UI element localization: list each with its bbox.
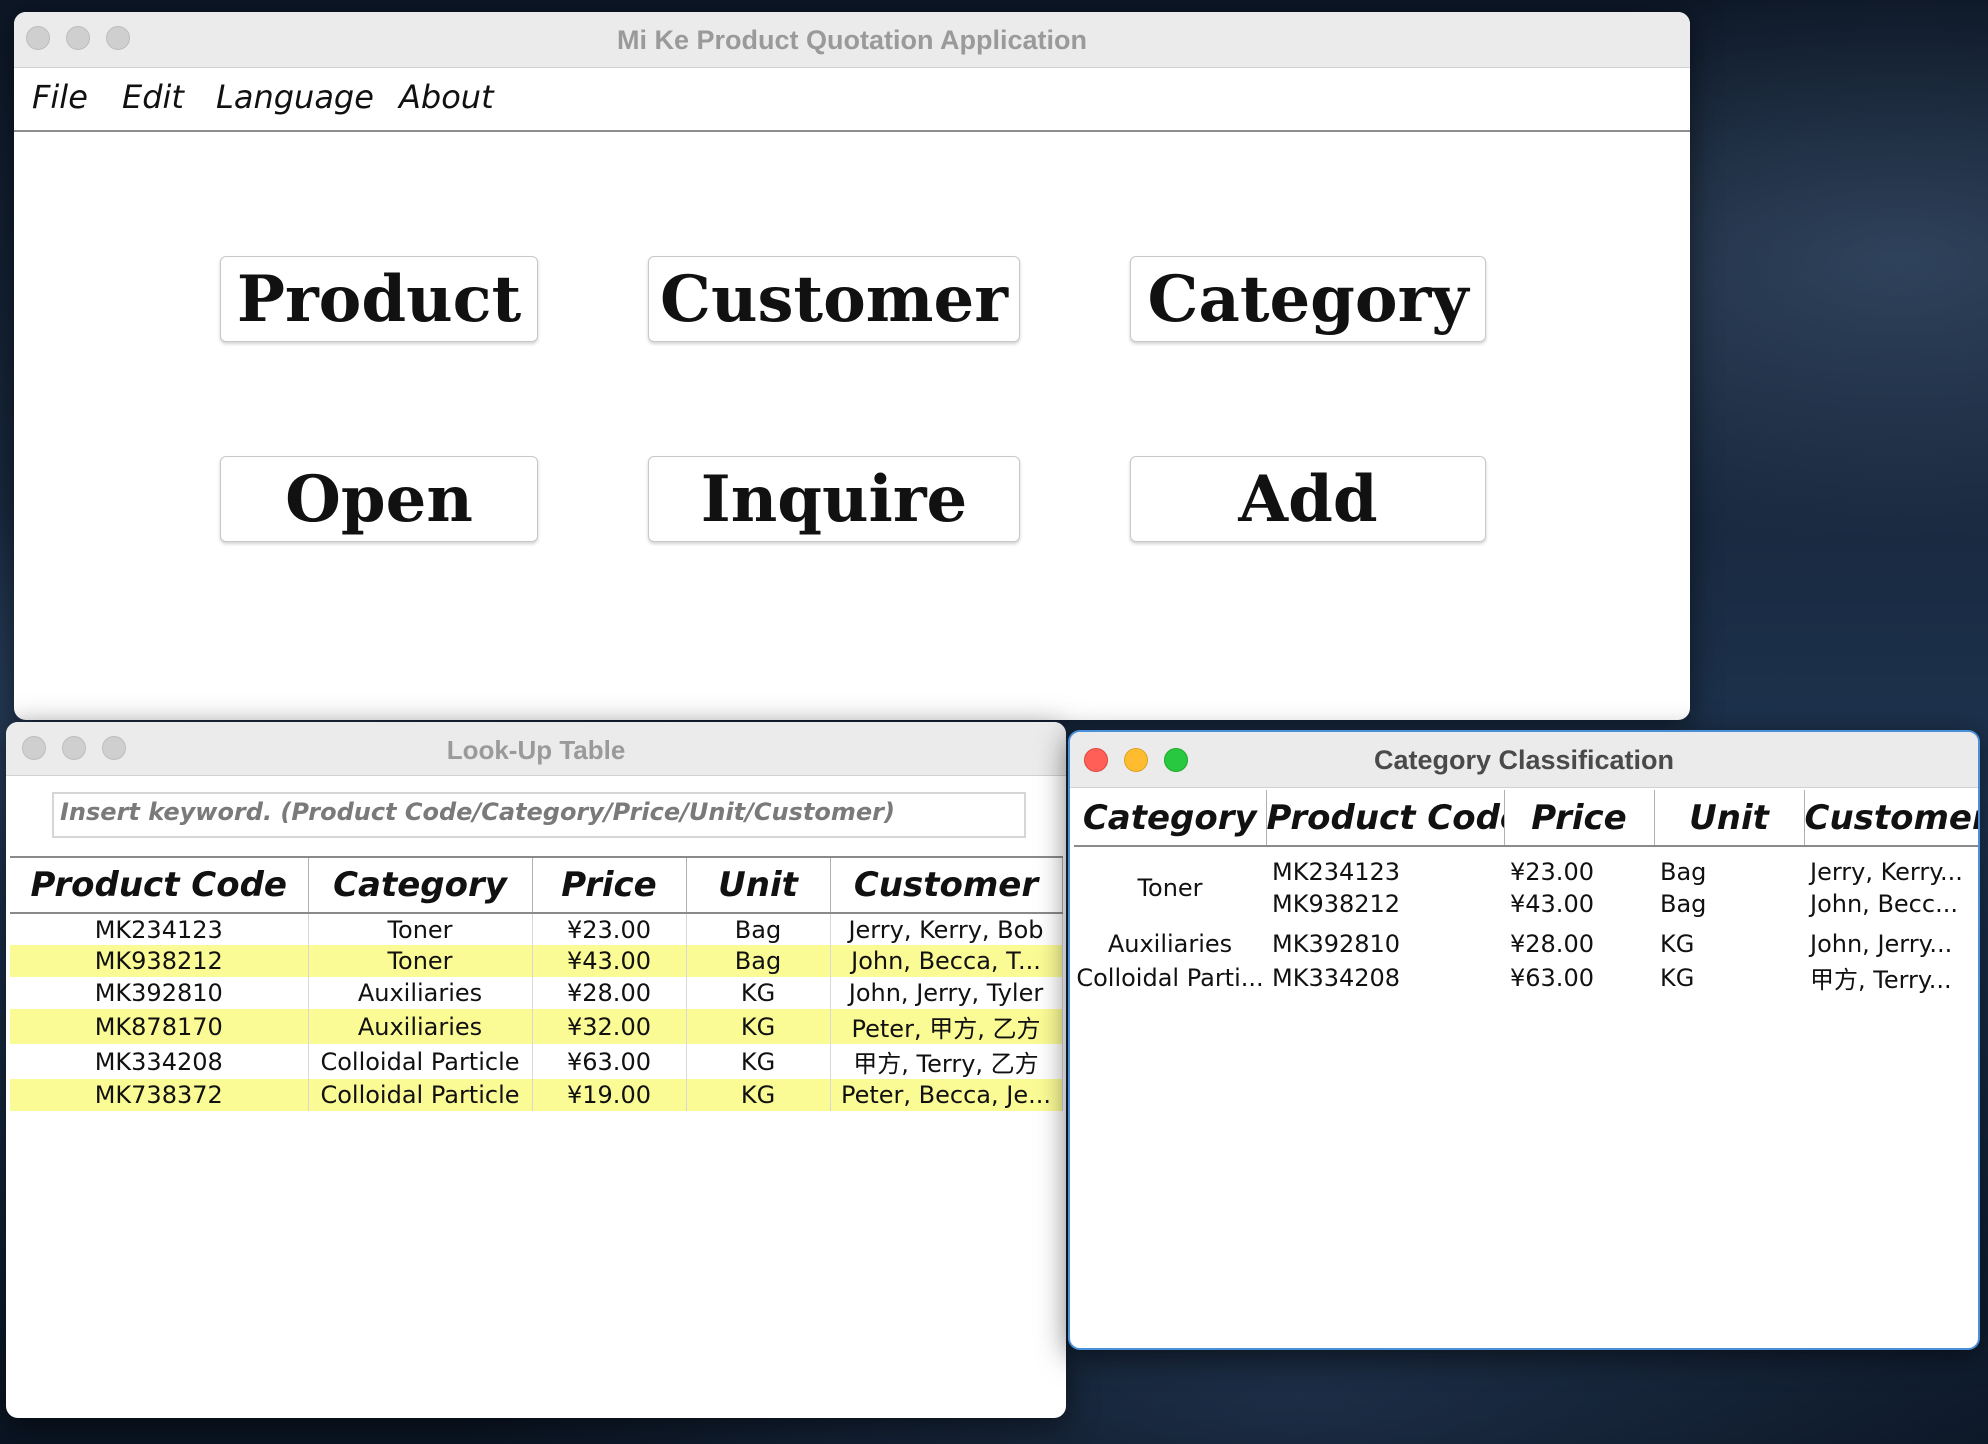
cell-product-code: MK738372 <box>10 1079 309 1111</box>
cell-unit: KG <box>686 1044 831 1079</box>
column-header-unit[interactable]: Unit <box>686 856 831 914</box>
cell-price: ¥43.00 <box>1510 890 1594 918</box>
cell-customer: Jerry, Kerry... <box>1810 858 1963 886</box>
cell-customer: John, Jerry... <box>1810 930 1953 958</box>
cell-customer: John, Jerry, Tyler <box>830 977 1063 1009</box>
table-header-row: Product Code Category Price Unit Custome… <box>10 856 1063 914</box>
cell-category: Toner <box>308 913 533 945</box>
lookup-table: Product Code Category Price Unit Custome… <box>10 856 1063 1111</box>
column-header-customer[interactable]: Customer <box>830 856 1063 914</box>
search-input[interactable]: Insert keyword. (Product Code/Category/P… <box>52 792 1026 838</box>
cell-customer: Peter, Becca, Je... <box>830 1079 1063 1111</box>
cell-unit: KG <box>686 1079 831 1111</box>
lookup-titlebar[interactable]: Look-Up Table <box>6 722 1066 776</box>
category-window: Category Classification Category Product… <box>1068 730 1980 1350</box>
window-title: Look-Up Table <box>446 735 626 765</box>
column-header-price[interactable]: Price <box>1504 790 1655 847</box>
table-row[interactable]: MK878170 Auxiliaries ¥32.00 KG Peter, 甲方… <box>10 1009 1063 1044</box>
cell-product-code: MK234123 <box>1272 858 1401 886</box>
menu-bar: File Edit Language About <box>14 68 1690 132</box>
cell-price: ¥32.00 <box>532 1009 687 1044</box>
cell-price: ¥43.00 <box>532 945 687 977</box>
column-header-customer[interactable]: Customer <box>1804 790 1978 847</box>
cell-price: ¥23.00 <box>1510 858 1594 886</box>
column-header-category[interactable]: Category <box>308 856 533 914</box>
cell-customer: Peter, 甲方, 乙方 <box>830 1009 1063 1044</box>
open-button[interactable]: Open <box>220 456 538 542</box>
cell-product-code: MK878170 <box>10 1009 309 1044</box>
cell-unit: KG <box>686 977 831 1009</box>
cell-unit: Bag <box>686 913 831 945</box>
cell-price: ¥23.00 <box>532 913 687 945</box>
window-title: Mi Ke Product Quotation Application <box>617 25 1087 55</box>
table-row[interactable]: MK738372 Colloidal Particle ¥19.00 KG Pe… <box>10 1079 1063 1111</box>
cell-customer: 甲方, Terry... <box>1810 966 1952 994</box>
table-row[interactable]: MK938212 Toner ¥43.00 Bag John, Becca, T… <box>10 945 1063 977</box>
product-button[interactable]: Product <box>220 256 538 342</box>
cell-category-group: Toner <box>1137 874 1203 902</box>
table-row[interactable]: MK392810 Auxiliaries ¥28.00 KG John, Jer… <box>10 977 1063 1009</box>
table-row[interactable]: MK234123 Toner ¥23.00 Bag Jerry, Kerry, … <box>10 913 1063 945</box>
menu-edit[interactable]: Edit <box>122 78 184 116</box>
window-title: Category Classification <box>1373 745 1675 775</box>
cell-price: ¥63.00 <box>532 1044 687 1079</box>
cell-category: Colloidal Particle <box>308 1044 533 1079</box>
menu-file[interactable]: File <box>32 78 88 116</box>
cell-unit: KG <box>1660 930 1695 958</box>
cell-category: Colloidal Particle <box>308 1079 533 1111</box>
cell-customer: Jerry, Kerry, Bob <box>830 913 1063 945</box>
cell-unit: Bag <box>1660 858 1707 886</box>
customer-button[interactable]: Customer <box>648 256 1020 342</box>
column-header-price[interactable]: Price <box>532 856 687 914</box>
main-window: Mi Ke Product Quotation Application File… <box>14 12 1690 720</box>
cell-product-code: MK938212 <box>10 945 309 977</box>
column-header-unit[interactable]: Unit <box>1654 790 1805 847</box>
cell-price: ¥28.00 <box>532 977 687 1009</box>
cell-customer: John, Becca, T... <box>830 945 1063 977</box>
column-header-product-code[interactable]: Product Code <box>1266 790 1505 847</box>
category-button[interactable]: Category <box>1130 256 1486 342</box>
table-row[interactable]: Colloidal Parti... MK334208 ¥63.00 KG 甲方… <box>1074 960 1978 995</box>
cell-unit: KG <box>1660 963 1695 992</box>
table-row[interactable]: Toner MK234123 ¥23.00 Bag Jerry, Kerry..… <box>1074 856 1978 902</box>
menu-language[interactable]: Language <box>216 78 374 116</box>
cell-customer: John, Becc... <box>1810 890 1958 918</box>
column-header-category[interactable]: Category <box>1074 790 1267 847</box>
category-table: Category Product Code Price Unit Custome… <box>1074 790 1978 995</box>
cell-unit: Bag <box>686 945 831 977</box>
main-titlebar[interactable]: Mi Ke Product Quotation Application <box>14 12 1690 68</box>
cell-unit: Bag <box>1660 890 1707 918</box>
cell-product-code: MK938212 <box>1272 890 1401 918</box>
table-row[interactable]: MK334208 Colloidal Particle ¥63.00 KG 甲方… <box>10 1044 1063 1079</box>
cell-category: Toner <box>308 945 533 977</box>
cell-price: ¥28.00 <box>1510 930 1594 958</box>
cell-category-group: Auxiliaries <box>1107 930 1233 958</box>
cell-price: ¥19.00 <box>532 1079 687 1111</box>
cell-unit: KG <box>686 1009 831 1044</box>
table-header-row: Category Product Code Price Unit Custome… <box>1074 790 1978 847</box>
cell-product-code: MK392810 <box>1272 930 1401 958</box>
cell-product-code: MK334208 <box>1272 963 1401 992</box>
inquire-button[interactable]: Inquire <box>648 456 1020 542</box>
cell-customer: 甲方, Terry, 乙方 <box>830 1044 1063 1079</box>
column-header-product-code[interactable]: Product Code <box>10 856 309 914</box>
cell-category-group: Colloidal Parti... <box>1076 963 1264 992</box>
cell-product-code: MK334208 <box>10 1044 309 1079</box>
cell-category: Auxiliaries <box>308 1009 533 1044</box>
cell-product-code: MK392810 <box>10 977 309 1009</box>
table-row[interactable]: Auxiliaries MK392810 ¥28.00 KG John, Jer… <box>1074 920 1978 960</box>
category-titlebar[interactable]: Category Classification <box>1070 732 1978 788</box>
cell-product-code: MK234123 <box>10 913 309 945</box>
add-button[interactable]: Add <box>1130 456 1486 542</box>
cell-price: ¥63.00 <box>1510 963 1594 992</box>
menu-about[interactable]: About <box>399 78 494 116</box>
lookup-window: Look-Up Table Insert keyword. (Product C… <box>6 722 1066 1418</box>
cell-category: Auxiliaries <box>308 977 533 1009</box>
